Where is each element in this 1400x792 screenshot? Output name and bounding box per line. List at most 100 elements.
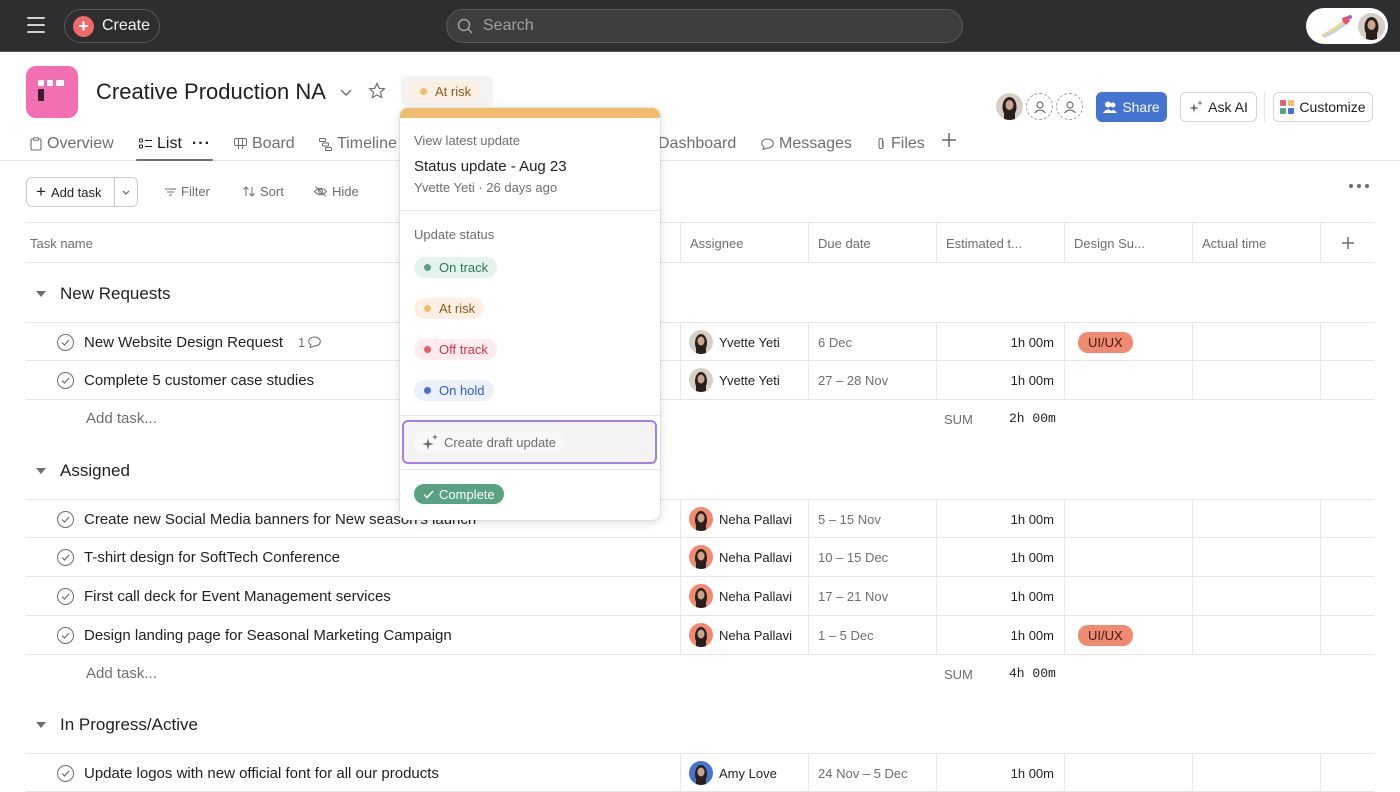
section-header[interactable]: In Progress/Active <box>26 715 198 735</box>
task-name[interactable]: T-shirt design for SoftTech Conference <box>84 549 340 566</box>
hide-button[interactable]: Hide <box>314 184 359 199</box>
assignee-cell[interactable]: Yvette Yeti <box>680 361 808 399</box>
complete-checkbox-icon[interactable] <box>57 626 74 644</box>
add-column-button[interactable] <box>1320 223 1374 263</box>
design-support-cell[interactable] <box>1064 500 1192 538</box>
column-header-due-date[interactable]: Due date <box>808 223 936 263</box>
filter-button[interactable]: Filter <box>165 184 210 199</box>
add-task-button[interactable]: + Add task <box>27 178 115 206</box>
column-header-estimated-time[interactable]: Estimated t... <box>936 223 1064 263</box>
design-support-cell[interactable]: UI/UX <box>1064 323 1192 361</box>
design-support-cell[interactable] <box>1064 577 1192 615</box>
due-date-cell[interactable]: 10 – 15 Dec <box>808 538 936 576</box>
design-support-cell[interactable] <box>1064 538 1192 576</box>
collapse-triangle-icon[interactable] <box>36 291 46 297</box>
complete-checkbox-icon[interactable] <box>57 333 74 351</box>
actual-time-cell[interactable] <box>1192 754 1320 792</box>
complete-checkbox-icon[interactable] <box>57 510 74 528</box>
due-date-cell[interactable]: 27 – 28 Nov <box>808 361 936 399</box>
task-row[interactable]: New Website Design Request 1 Yvette Yeti 6 … <box>26 322 1374 361</box>
design-support-cell[interactable] <box>1064 361 1192 399</box>
actual-time-cell[interactable] <box>1192 323 1320 361</box>
estimated-time-cell[interactable]: 1h 00m <box>936 754 1064 792</box>
task-name-cell[interactable]: T-shirt design for SoftTech Conference <box>26 538 680 576</box>
estimated-time-cell[interactable]: 1h 00m <box>936 616 1064 654</box>
task-row[interactable]: First call deck for Event Management ser… <box>26 577 1374 616</box>
add-task-link[interactable]: Add task... <box>86 665 157 682</box>
search-input[interactable]: Search <box>446 9 963 43</box>
tab-messages[interactable]: Messages <box>761 135 852 153</box>
complete-checkbox-icon[interactable] <box>57 371 74 389</box>
task-name-cell[interactable]: Update logos with new official font for … <box>26 754 680 792</box>
estimated-time-cell[interactable]: 1h 00m <box>936 361 1064 399</box>
star-icon[interactable] <box>368 82 386 100</box>
complete-checkbox-icon[interactable] <box>57 548 74 566</box>
actual-time-cell[interactable] <box>1192 616 1320 654</box>
assignee-cell[interactable]: Yvette Yeti <box>680 323 808 361</box>
estimated-time-cell[interactable]: 1h 00m <box>936 500 1064 538</box>
actual-time-cell[interactable] <box>1192 538 1320 576</box>
column-header-assignee[interactable]: Assignee <box>680 223 808 263</box>
due-date-cell[interactable]: 6 Dec <box>808 323 936 361</box>
tab-timeline[interactable]: Timeline <box>319 135 397 153</box>
latest-update-link[interactable]: Status update - Aug 23 <box>414 158 567 175</box>
tab-board[interactable]: Board <box>234 135 295 153</box>
column-header-actual-time[interactable]: Actual time <box>1192 223 1320 263</box>
tab-list[interactable]: List ··· <box>139 135 211 153</box>
user-avatar[interactable] <box>1358 13 1385 40</box>
status-option-on-track[interactable]: On track <box>414 257 498 278</box>
add-member-icon[interactable] <box>1056 93 1083 120</box>
task-name[interactable]: Design landing page for Seasonal Marketi… <box>84 627 452 644</box>
add-task-dropdown[interactable] <box>115 178 137 206</box>
task-name-cell[interactable]: Design landing page for Seasonal Marketi… <box>26 616 680 654</box>
add-tab-button[interactable] <box>942 133 961 147</box>
actual-time-cell[interactable] <box>1192 500 1320 538</box>
chevron-down-icon[interactable] <box>338 84 354 100</box>
task-row[interactable]: Design landing page for Seasonal Marketi… <box>26 616 1374 655</box>
create-button[interactable]: + Create <box>64 9 160 43</box>
task-name-cell[interactable]: First call deck for Event Management ser… <box>26 577 680 615</box>
complete-checkbox-icon[interactable] <box>57 587 74 605</box>
ask-ai-button[interactable]: Ask AI <box>1180 92 1257 122</box>
task-name[interactable]: New Website Design Request <box>84 334 283 351</box>
due-date-cell[interactable]: 1 – 5 Dec <box>808 616 936 654</box>
assignee-cell[interactable]: Neha Pallavi <box>680 538 808 576</box>
estimated-time-cell[interactable]: 1h 00m <box>936 538 1064 576</box>
estimated-time-cell[interactable]: 1h 00m <box>936 323 1064 361</box>
task-row[interactable]: Complete 5 customer case studies Yvette Y… <box>26 361 1374 400</box>
design-support-cell[interactable]: UI/UX <box>1064 616 1192 654</box>
more-options-icon[interactable] <box>1349 184 1369 188</box>
due-date-cell[interactable]: 24 Nov – 5 Dec <box>808 754 936 792</box>
comment-count[interactable]: 1 <box>298 335 322 350</box>
add-member-icon[interactable] <box>1026 93 1053 120</box>
status-option-on-hold[interactable]: On hold <box>414 380 494 401</box>
share-button[interactable]: Share <box>1096 92 1167 122</box>
tab-dashboard[interactable]: Dashboard <box>658 135 736 153</box>
task-row[interactable]: T-shirt design for SoftTech Conference Ne… <box>26 538 1374 577</box>
column-header-design-support[interactable]: Design Su... <box>1064 223 1192 263</box>
tab-options-icon[interactable]: ··· <box>192 135 211 153</box>
actual-time-cell[interactable] <box>1192 361 1320 399</box>
collapse-triangle-icon[interactable] <box>36 722 46 728</box>
project-status-button[interactable]: At risk <box>401 76 493 106</box>
due-date-cell[interactable]: 5 – 15 Nov <box>808 500 936 538</box>
project-members[interactable] <box>996 93 1086 120</box>
tab-files[interactable]: Files <box>876 135 925 153</box>
section-header[interactable]: New Requests <box>26 284 171 304</box>
collapse-triangle-icon[interactable] <box>36 468 46 474</box>
estimated-time-cell[interactable]: 1h 00m <box>936 577 1064 615</box>
design-support-cell[interactable] <box>1064 754 1192 792</box>
task-name[interactable]: Complete 5 customer case studies <box>84 372 314 389</box>
task-name[interactable]: Update logos with new official font for … <box>84 765 439 782</box>
hamburger-menu-icon[interactable] <box>27 17 45 33</box>
actual-time-cell[interactable] <box>1192 577 1320 615</box>
complete-status-button[interactable]: Complete <box>414 484 504 504</box>
section-header[interactable]: Assigned <box>26 461 130 481</box>
sort-button[interactable]: Sort <box>243 184 284 199</box>
create-draft-update-button[interactable]: Create draft update <box>402 420 657 464</box>
project-title[interactable]: Creative Production NA <box>96 79 326 105</box>
status-option-off-track[interactable]: Off track <box>414 339 497 360</box>
task-row[interactable]: Create new Social Media banners for New … <box>26 499 1374 538</box>
assignee-cell[interactable]: Neha Pallavi <box>680 500 808 538</box>
task-name[interactable]: First call deck for Event Management ser… <box>84 588 391 605</box>
